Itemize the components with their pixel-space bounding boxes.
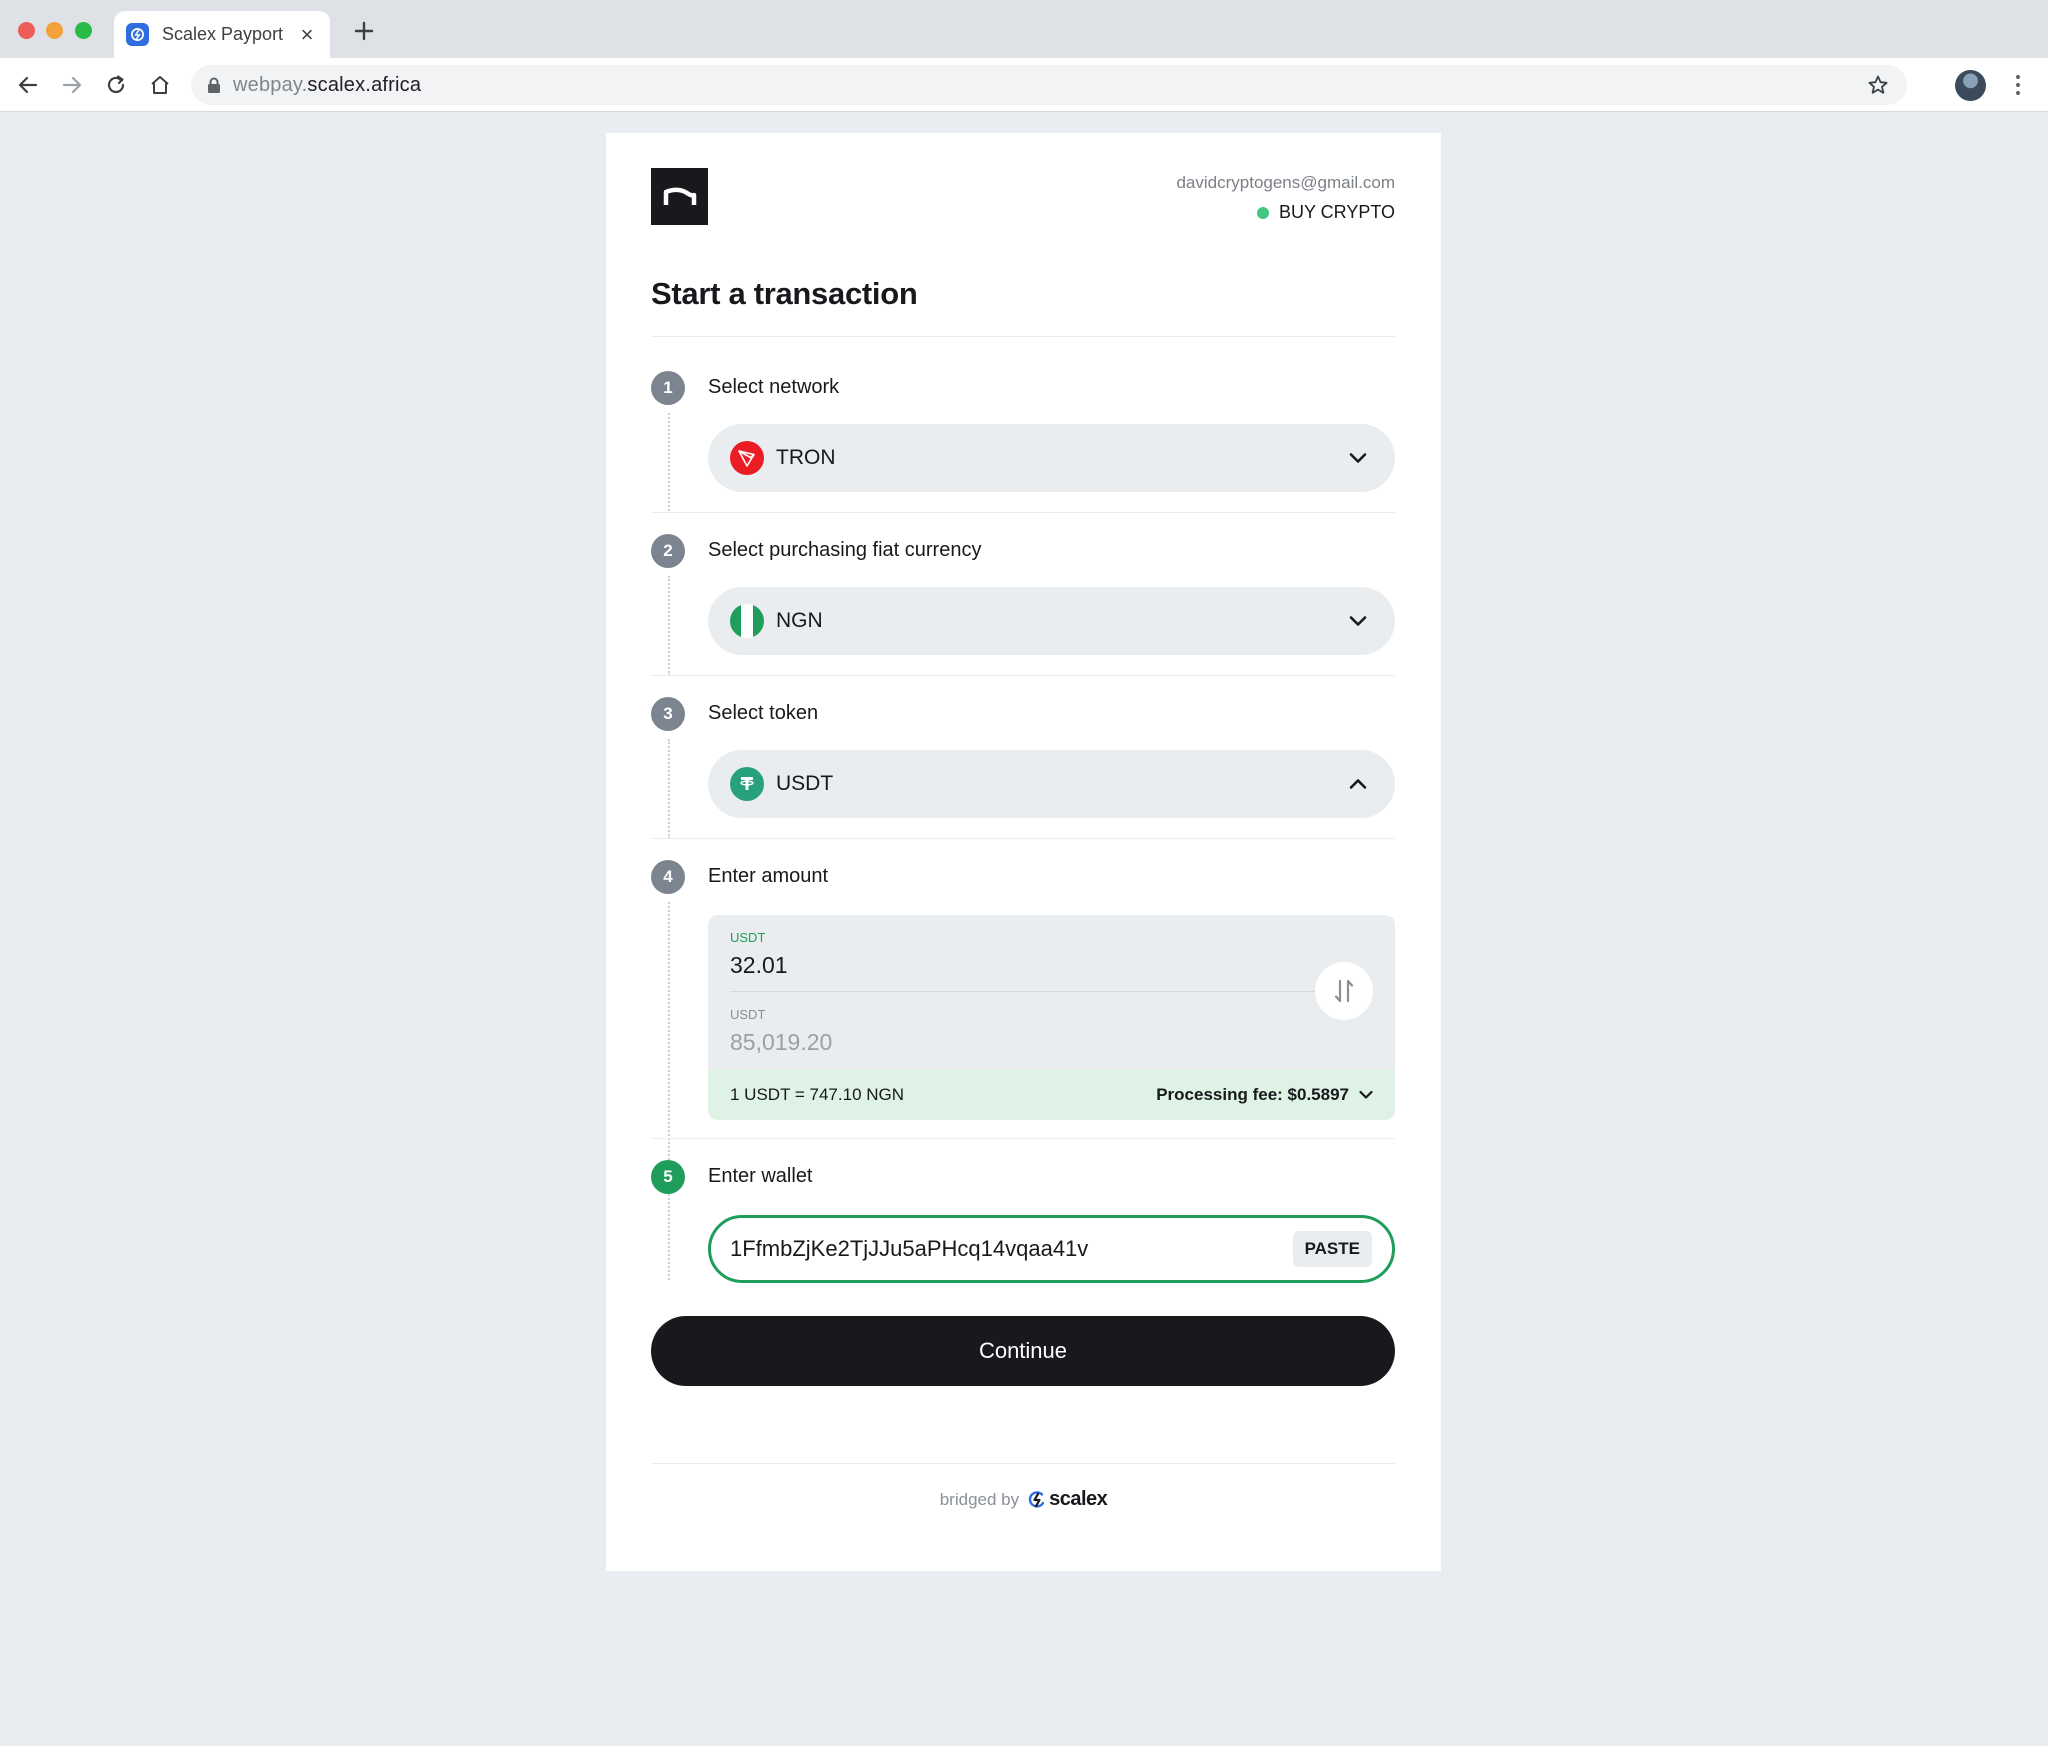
browser-tab-bar: Scalex Payport × (0, 0, 2048, 58)
step-3-label: Select token (708, 702, 819, 724)
token-select[interactable]: USDT (708, 750, 1395, 818)
browser-menu-icon[interactable] (2005, 70, 2031, 100)
minimize-window-button[interactable] (46, 22, 63, 39)
nigeria-flag-icon (730, 604, 764, 638)
maximize-window-button[interactable] (75, 22, 92, 39)
amount-panel: USDT 32.01 USDT 85,019.20 1 USDT = 747.1… (708, 915, 1395, 1120)
wallet-field[interactable]: PASTE (708, 1215, 1395, 1283)
mode-badge: BUY CRYPTO (1256, 202, 1395, 223)
chevron-down-icon (1347, 610, 1369, 632)
step-connector (668, 739, 670, 839)
converted-amount[interactable]: 85,019.20 (730, 1029, 832, 1056)
step-1-label: Select network (708, 376, 840, 398)
continue-button[interactable]: Continue (651, 1316, 1395, 1386)
new-tab-icon[interactable] (349, 16, 379, 46)
divider (651, 512, 1395, 513)
step-4-badge: 4 (651, 860, 685, 894)
network-select[interactable]: TRON (708, 424, 1395, 492)
step-2-label: Select purchasing fiat currency (708, 539, 982, 561)
user-email: davidcryptogens@gmail.com (1176, 173, 1395, 192)
brand-name: scalex (1049, 1488, 1108, 1510)
tether-icon (730, 767, 764, 801)
divider (651, 336, 1395, 337)
amount-input[interactable]: 32.01 (730, 952, 788, 979)
step-5-badge: 5 (651, 1160, 685, 1194)
exchange-rate: 1 USDT = 747.10 NGN (730, 1085, 905, 1104)
step-4-label: Enter amount (708, 865, 829, 887)
chevron-down-icon (1347, 447, 1369, 469)
url-text: webpay.scalex.africa (233, 73, 422, 96)
step-5-label: Enter wallet (708, 1165, 813, 1187)
paste-button[interactable]: PASTE (1292, 1231, 1372, 1267)
swap-button[interactable] (1315, 962, 1373, 1020)
swap-arrows-icon (1334, 979, 1354, 1003)
step-connector (668, 576, 670, 676)
step-connector (668, 902, 670, 1280)
token-value: USDT (776, 772, 834, 795)
wallet-address-input[interactable] (730, 1236, 1293, 1262)
mode-label: BUY CRYPTO (1278, 202, 1395, 222)
forward-arrow-icon[interactable] (57, 70, 87, 100)
reload-icon[interactable] (101, 70, 131, 100)
page-title: Start a transaction (651, 276, 918, 311)
scalex-logo-icon (1027, 1490, 1047, 1510)
divider (651, 1463, 1395, 1464)
bridged-by-text: bridged by (939, 1489, 1020, 1509)
close-window-button[interactable] (18, 22, 35, 39)
rate-bar: 1 USDT = 747.10 NGN Processing fee: $0.5… (708, 1070, 1395, 1120)
home-icon[interactable] (145, 70, 175, 100)
currency-value: NGN (776, 609, 823, 632)
browser-tab[interactable]: Scalex Payport × (114, 11, 330, 58)
tron-icon (730, 441, 764, 475)
divider (651, 838, 1395, 839)
browser-toolbar: webpay.scalex.africa (0, 58, 2048, 112)
scalex-favicon-icon (126, 23, 149, 46)
chevron-down-icon (1359, 1090, 1373, 1100)
network-value: TRON (776, 446, 836, 469)
divider (651, 1138, 1395, 1139)
divider (730, 991, 1320, 992)
profile-avatar[interactable] (1955, 70, 1986, 101)
footer: bridged by scalex (606, 1488, 1441, 1511)
step-1-badge: 1 (651, 371, 685, 405)
processing-fee-toggle[interactable]: Processing fee: $0.5897 (1156, 1085, 1373, 1105)
lock-icon (207, 77, 221, 94)
pay-currency-label: USDT (730, 930, 766, 945)
address-bar[interactable]: webpay.scalex.africa (191, 65, 1907, 105)
processing-fee: Processing fee: $0.5897 (1156, 1085, 1349, 1104)
tab-title: Scalex Payport (162, 24, 284, 44)
step-connector (668, 413, 670, 511)
step-2-badge: 2 (651, 534, 685, 568)
scalex-brand[interactable]: scalex (1027, 1488, 1108, 1511)
transaction-card: davidcryptogens@gmail.com BUY CRYPTO Sta… (606, 133, 1441, 1571)
chevron-up-icon (1347, 773, 1369, 795)
tab-close-icon[interactable]: × (296, 23, 318, 46)
back-arrow-icon[interactable] (13, 70, 43, 100)
app-logo (651, 168, 708, 225)
status-dot-icon (1256, 206, 1269, 219)
receive-currency-label: USDT (730, 1007, 766, 1022)
fiat-currency-select[interactable]: NGN (708, 587, 1395, 655)
bookmark-star-icon[interactable] (1867, 74, 1889, 101)
divider (651, 675, 1395, 676)
step-3-badge: 3 (651, 697, 685, 731)
